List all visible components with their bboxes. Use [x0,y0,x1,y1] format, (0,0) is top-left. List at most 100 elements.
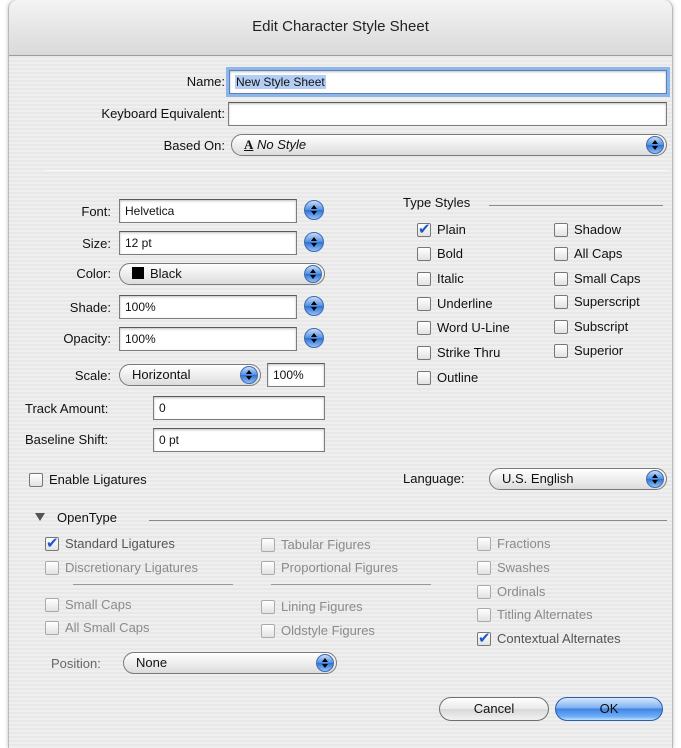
checkbox-label: Shadow [574,222,621,237]
track-amount-field[interactable]: 0 [153,396,325,420]
checkbox-contextual-alternates[interactable]: Contextual Alternates [477,629,621,647]
checkbox-label: Subscript [574,319,629,334]
checkbox-bold[interactable]: Bold [417,246,463,261]
checkbox-small-caps[interactable]: Small Caps [554,271,640,286]
checkbox-label: Contextual Alternates [497,631,621,646]
checkbox-box [417,220,431,238]
checkbox-box [417,296,431,311]
style-glyph: A [244,137,254,152]
checkbox-all-small-caps[interactable]: All Small Caps [45,620,150,635]
based-on-label: Based On: [163,138,225,153]
checkbox-label: Swashes [497,560,550,575]
checkbox-label: Titling Alternates [497,607,593,622]
checkbox-tabular-figures[interactable]: Tabular Figures [261,537,371,552]
font-label: Font: [81,204,111,219]
checkbox-discretionary-ligatures[interactable]: Discretionary Ligatures [45,560,198,575]
checkbox-label: Proportional Figures [281,560,399,575]
color-swatch [132,267,144,279]
position-value: None [136,655,168,670]
position-popup[interactable]: None [123,652,337,674]
checkbox-label: Plain [437,222,466,237]
checkbox-label: All Caps [574,246,623,261]
cancel-button[interactable]: Cancel [439,697,549,721]
window-title: Edit Character Style Sheet [252,18,429,35]
checkbox-label: Superior [574,343,624,358]
checkbox-box [45,597,59,612]
checkbox-label: Italic [437,271,464,286]
checkbox-standard-ligatures[interactable]: Standard Ligatures [45,534,175,552]
ok-button[interactable]: OK [555,697,663,721]
scale-direction-value: Horizontal [132,367,191,382]
checkbox-italic[interactable]: Italic [417,271,464,286]
checkbox-fractions[interactable]: Fractions [477,536,550,551]
opentype-disclosure[interactable]: OpenType [35,510,117,525]
scale-field[interactable]: 100% [267,363,325,387]
checkbox-box [45,620,59,635]
checkbox-label: Word U-Line [437,320,510,335]
checkbox-label: Oldstyle Figures [281,623,375,638]
checkbox-strike-thru[interactable]: Strike Thru [417,345,500,360]
checkbox-label: Bold [437,246,464,261]
based-on-value: No Style [257,137,307,152]
shade-label: Shade: [69,300,111,315]
opacity-field[interactable]: 100% [119,327,297,351]
opacity-label: Opacity: [63,331,111,346]
name-field[interactable]: New Style Sheet [226,67,670,97]
popup-arrows-icon [646,470,664,488]
checkbox-ot-small-caps[interactable]: Small Caps [45,597,131,612]
checkbox-box [261,599,275,614]
checkbox-titling-alternates[interactable]: Titling Alternates [477,607,593,622]
title-bar: Edit Character Style Sheet [9,0,672,56]
shade-menu-arrows-icon[interactable] [304,296,324,316]
scale-label: Scale: [74,368,111,383]
checkbox-box [261,623,275,638]
checkbox-lining-figures[interactable]: Lining Figures [261,599,363,614]
checkbox-outline[interactable]: Outline [417,370,478,385]
checkbox-shadow[interactable]: Shadow [554,222,621,237]
separator [45,170,667,171]
checkbox-label: Superscript [574,294,640,309]
color-popup[interactable]: Black [119,263,325,285]
checkbox-box [477,560,491,575]
scale-direction-popup[interactable]: Horizontal [119,364,261,386]
language-popup[interactable]: U.S. English [489,468,667,490]
checkbox-box [261,537,275,552]
checkbox-label: Lining Figures [281,599,363,614]
checkbox-plain[interactable]: Plain [417,220,466,238]
column-divider [271,584,431,585]
track-amount-label: Track Amount: [25,401,109,416]
checkbox-swashes[interactable]: Swashes [477,560,550,575]
checkbox-oldstyle-figures[interactable]: Oldstyle Figures [261,623,375,638]
shade-field[interactable]: 100% [119,295,297,319]
popup-arrows-icon [240,366,258,384]
checkbox-word-u-line[interactable]: Word U-Line [417,320,510,335]
checkbox-subscript[interactable]: Subscript [554,319,628,334]
checkbox-underline[interactable]: Underline [417,296,493,311]
checkbox-superscript[interactable]: Superscript [554,294,640,309]
font-menu-arrows-icon[interactable] [304,200,324,220]
checkbox-label: Ordinals [497,584,546,599]
popup-arrows-icon [646,136,664,154]
checkbox-box [45,560,59,575]
checkbox-box [554,246,568,261]
baseline-shift-field[interactable]: 0 pt [153,428,325,452]
based-on-popup[interactable]: A No Style [231,134,667,156]
opentype-title: OpenType [57,510,117,525]
checkbox-box [477,536,491,551]
checkbox-label: Tabular Figures [281,537,371,552]
opacity-menu-arrows-icon[interactable] [304,328,324,348]
keyboard-equivalent-field[interactable] [228,102,667,126]
checkbox-ordinals[interactable]: Ordinals [477,584,545,599]
checkbox-enable-ligatures[interactable]: Enable Ligatures [29,472,147,487]
checkbox-box [261,560,275,575]
checkbox-proportional-figures[interactable]: Proportional Figures [261,560,398,575]
checkbox-all-caps[interactable]: All Caps [554,246,622,261]
size-menu-arrows-icon[interactable] [304,232,324,252]
position-label: Position: [51,656,101,671]
size-field[interactable]: 12 pt [119,231,297,255]
checkbox-box [477,584,491,599]
font-field[interactable]: Helvetica [119,199,297,223]
checkbox-superior[interactable]: Superior [554,343,623,358]
checkbox-label: Small Caps [574,271,641,286]
checkbox-box [554,222,568,237]
